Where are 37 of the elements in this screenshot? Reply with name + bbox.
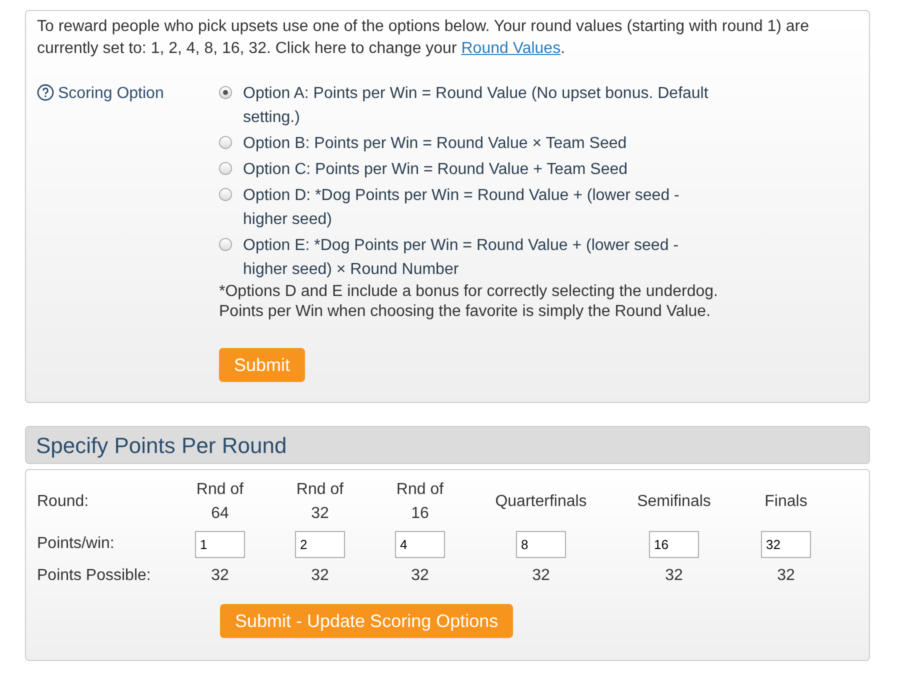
points-possible: 32 [665, 566, 683, 586]
points-input[interactable]: 4 [395, 530, 445, 558]
points-possible: 32 [411, 566, 429, 586]
radio-button[interactable] [219, 86, 232, 99]
points-input[interactable]: 32 [761, 530, 811, 558]
points-possible: 32 [532, 566, 550, 586]
round-name: Semifinals [637, 492, 711, 512]
points-possible: 32 [211, 566, 229, 586]
points-possible: 32 [311, 566, 329, 586]
round-values-link[interactable]: Round Values [461, 40, 561, 57]
option-label: Option E: *Dog Points per Win = Round Value + (lower seed - higher seed) × Round Number [243, 236, 680, 280]
option-label: Option D: *Dog Points per Win = Round Value + (lower seed - higher seed) [243, 186, 680, 230]
scoring-option-label: Scoring Option [58, 84, 164, 104]
option-label: Option A: Points per Win = Round Value (No upset bonus. Default setting.) [243, 84, 710, 128]
points-input[interactable]: 16 [649, 530, 699, 558]
radio-button[interactable] [219, 188, 232, 201]
radio-button[interactable] [219, 162, 232, 175]
radio-button[interactable] [219, 136, 232, 149]
option-label: Option C: Points per Win = Round Value + Team Seed [243, 160, 628, 180]
round-name: Finals [764, 492, 808, 512]
row-label: Points/win: [37, 534, 116, 554]
points-input[interactable]: 8 [516, 530, 566, 558]
row-label: Points Possible: [37, 566, 152, 586]
intro-text: To reward people who pick upsets use one of the options below. Your round values (starting with round 1) are currently set to: 1, 2, 4, 8, 16, 32. Click here to change your Round Values. [37, 17, 810, 59]
option-label: Option B: Points per Win = Round Value × Team Seed [243, 134, 627, 154]
round-name: Quarterfinals [495, 492, 587, 512]
round-name: Rnd of 64 [195, 480, 245, 524]
options-note: *Options D and E include a bonus for correctly selecting the underdog. Points per Win when choosing the favorite is simply the Round Value. [219, 282, 719, 322]
points-possible: 32 [777, 566, 795, 586]
help-icon[interactable] [37, 84, 54, 101]
round-name: Rnd of 16 [395, 480, 445, 524]
radio-button[interactable] [219, 238, 232, 251]
round-name: Rnd of 32 [295, 480, 345, 524]
row-label: Round: [37, 492, 90, 512]
points-input[interactable]: 2 [295, 530, 345, 558]
panel-title: Specify Points Per Round [36, 432, 287, 460]
points-input[interactable]: 1 [195, 530, 245, 558]
